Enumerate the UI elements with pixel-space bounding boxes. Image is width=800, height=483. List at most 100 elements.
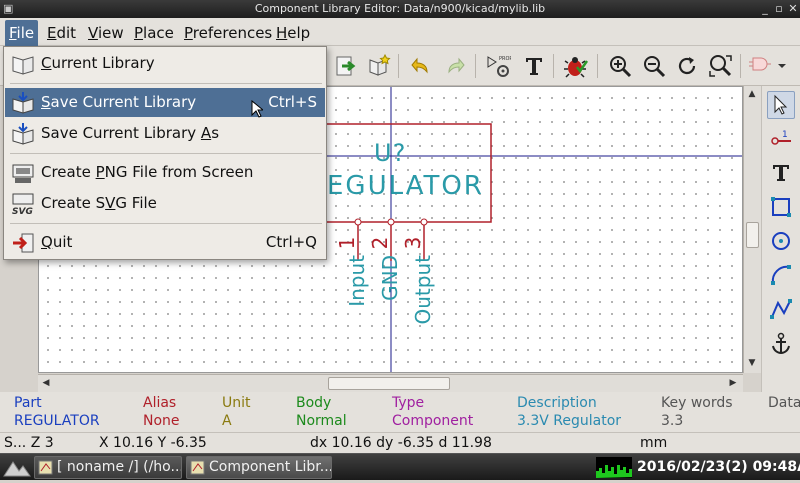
shade-button[interactable]: _ [759,2,771,15]
menu-edit[interactable]: Edit [43,23,80,45]
info-value: A [222,413,232,429]
zoom-in-icon[interactable] [606,52,634,80]
chevron-down-icon[interactable] [774,52,790,80]
svg-text:PROP: PROP [499,56,511,62]
text-tool-icon[interactable] [520,52,548,80]
add-rectangle-icon[interactable] [767,193,795,221]
horizontal-scroll-thumb[interactable] [328,377,450,390]
menu-separator [10,153,322,154]
info-description: Description 3.3V Regulator [517,394,621,430]
part-info-panel: Part REGULATOR Alias None Unit A Body No… [0,392,800,432]
check-part-icon[interactable] [562,52,590,80]
scroll-right-arrow-icon[interactable]: ▶ [726,376,740,390]
add-circle-icon[interactable] [767,227,795,255]
zoom-out-icon[interactable] [640,52,668,80]
start-menu-icon[interactable] [2,456,32,479]
info-value: 3.3V Regulator [517,413,622,429]
menu-item-quit[interactable]: Quit Ctrl+Q [5,228,325,257]
book-icon [12,56,34,75]
scroll-down-arrow-icon[interactable]: ▼ [745,356,759,370]
info-header: Key words [661,395,733,411]
scroll-left-arrow-icon[interactable]: ◀ [39,376,53,390]
info-type: Type Component [392,394,473,430]
horizontal-scrollbar[interactable]: ◀ ▶ [38,374,743,392]
info-part: Part REGULATOR [14,394,100,430]
menu-help[interactable]: Help [272,23,314,45]
add-polyline-icon[interactable] [767,295,795,323]
taskbar-window-schematic[interactable]: [ noname /] (/ho... [34,456,182,479]
shortcut-label: Ctrl+S [268,93,317,111]
info-value: Component [392,413,474,429]
taskbar-window-library-editor[interactable]: Component Libr... [186,456,332,479]
shortcut-label: Ctrl+Q [265,233,317,251]
menu-item-current-library[interactable]: Current Library [5,49,325,78]
component-value: EGULATOR [327,171,484,201]
toolbar-separator [398,54,399,78]
vertical-scroll-thumb[interactable] [746,222,759,248]
svg-icon: SVG [12,193,34,216]
info-alias: Alias None [143,394,180,430]
menu-view[interactable]: View [84,23,128,45]
menu-item-save-current-library[interactable]: Save Current Library Ctrl+S [5,88,325,118]
info-datasheet: Data [768,394,800,430]
pin-number: 1 [335,236,359,250]
zoom-fit-icon[interactable] [706,52,734,80]
menu-item-save-current-library-as[interactable]: Save Current Library As [5,119,325,148]
part-properties-icon[interactable]: PROP [484,52,512,80]
menu-bar: File Edit View Place Preferences Help [0,18,800,46]
status-units: mm [640,435,668,451]
redraw-icon[interactable] [673,52,701,80]
menu-file[interactable]: File [5,20,39,46]
add-arc-icon[interactable] [767,261,795,289]
import-part-icon[interactable] [332,52,360,80]
save-icon [12,92,34,114]
info-header: Data [768,395,800,411]
svg-text:SVG: SVG [12,207,33,216]
status-cursor-position: X 10.16 Y -6.35 [99,435,207,451]
vertical-scrollbar[interactable]: ▲ ▼ [743,86,761,373]
add-text-icon[interactable] [767,159,795,187]
menu-place[interactable]: Place [130,23,178,45]
menu-item-create-png[interactable]: Create PNG File from Screen [5,158,325,187]
redo-icon[interactable] [441,52,469,80]
add-pin-icon[interactable]: 1 [767,125,795,153]
cpu-monitor-icon [596,457,632,478]
pin-number: 3 [401,236,425,250]
select-arrow-icon[interactable] [767,91,795,119]
quit-icon [13,233,34,253]
info-value: None [143,413,180,429]
right-toolbar: 1 [761,86,800,392]
toolbar-separator [553,54,554,78]
svg-text:1: 1 [782,130,788,140]
info-header: Part [14,395,42,411]
toolbar-separator [740,54,741,78]
scroll-up-arrow-icon[interactable]: ▲ [745,87,759,101]
status-bar: S... Z 3 X 10.16 Y -6.35 dx 10.16 dy -6.… [0,432,800,453]
status-relative-position: dx 10.16 dy -6.35 d 11.98 [310,435,492,451]
clock[interactable]: 2016/02/23(2) 09:48AM [637,459,800,475]
close-button[interactable]: ✕ [787,2,799,15]
mouse-pointer-icon [251,100,263,118]
undo-icon[interactable] [407,52,435,80]
pin-number: 2 [368,236,392,250]
kicad-app-icon [38,460,53,475]
maximize-button[interactable]: ▫ [773,2,785,15]
toolbar-separator [597,54,598,78]
component-reference: U? [374,139,407,167]
pin-name: GND [378,255,402,301]
pin-end-marker [420,218,428,226]
pin-end-marker [387,218,395,226]
menu-item-create-svg[interactable]: SVG Create SVG File [5,189,325,218]
new-part-icon[interactable] [365,52,393,80]
anchor-icon[interactable] [767,329,795,357]
info-body: Body Normal [296,394,347,430]
menu-preferences[interactable]: Preferences [180,23,276,45]
window-title: Component Library Editor: Data/n900/kica… [254,2,546,15]
pin-name: Input [345,255,369,307]
info-header: Unit [222,395,251,411]
info-unit: Unit A [222,394,251,430]
file-menu-dropdown: Current Library Save Current Library Ctr… [3,46,327,260]
toolbar-separator [475,54,476,78]
component-select-icon[interactable] [746,52,774,80]
window-titlebar: ▣ Component Library Editor: Data/n900/ki… [0,0,800,18]
